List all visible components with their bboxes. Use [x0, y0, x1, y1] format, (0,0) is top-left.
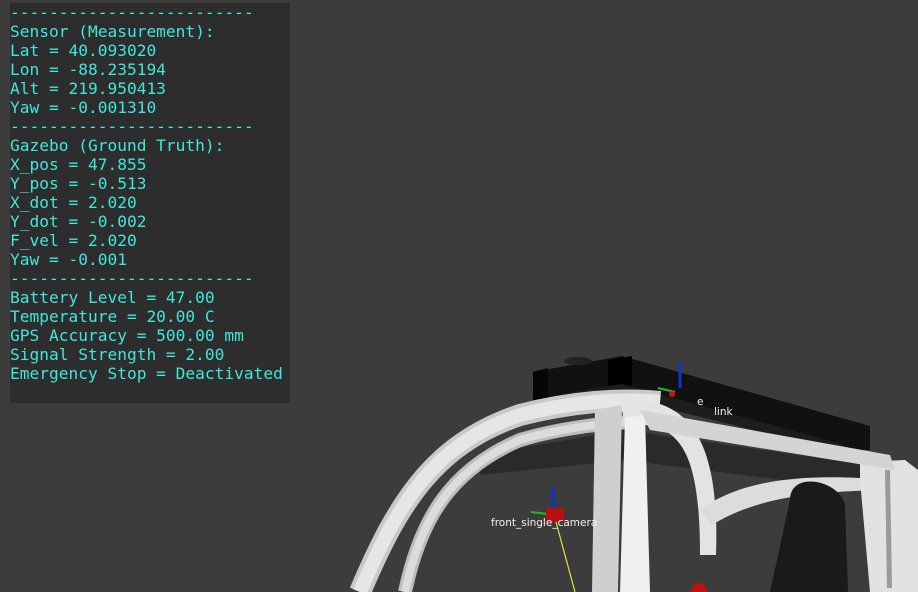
gt-y-dot: Y_dot = -0.002: [10, 212, 147, 231]
gt-x-pos: X_pos = 47.855: [10, 155, 147, 174]
separator-line: -------------------------: [10, 269, 254, 288]
sensor-lon: Lon = -88.235194: [10, 60, 166, 79]
separator-line: -------------------------: [10, 3, 254, 22]
gps-accuracy: GPS Accuracy = 500.00 mm: [10, 326, 244, 345]
ground-truth-section-header: Gazebo (Ground Truth):: [10, 136, 225, 155]
camera-frame-axes: [530, 487, 576, 592]
camera-frame-label: front_single_camera: [491, 517, 597, 529]
sensor-alt: Alt = 219.950413: [10, 79, 166, 98]
top-frame-label: e: [697, 396, 703, 408]
battery-level: Battery Level = 47.00: [10, 288, 215, 307]
red-marker: [691, 583, 707, 592]
link-frame-label: link: [714, 406, 733, 418]
gt-f-vel: F_vel = 2.020: [10, 231, 137, 250]
separator-line: -------------------------: [10, 117, 254, 136]
sensor-lat: Lat = 40.093020: [10, 41, 157, 60]
gt-y-pos: Y_pos = -0.513: [10, 174, 147, 193]
telemetry-overlay-panel: ------------------------- Sensor (Measur…: [10, 3, 290, 403]
sensor-yaw: Yaw = -0.001310: [10, 98, 157, 117]
sensor-section-header: Sensor (Measurement):: [10, 22, 215, 41]
gt-yaw: Yaw = -0.001: [10, 250, 127, 269]
gt-x-dot: X_dot = 2.020: [10, 193, 137, 212]
temperature: Temperature = 20.00 C: [10, 307, 215, 326]
emergency-stop-status: Emergency Stop = Deactivated: [10, 364, 283, 383]
signal-strength: Signal Strength = 2.00: [10, 345, 225, 364]
